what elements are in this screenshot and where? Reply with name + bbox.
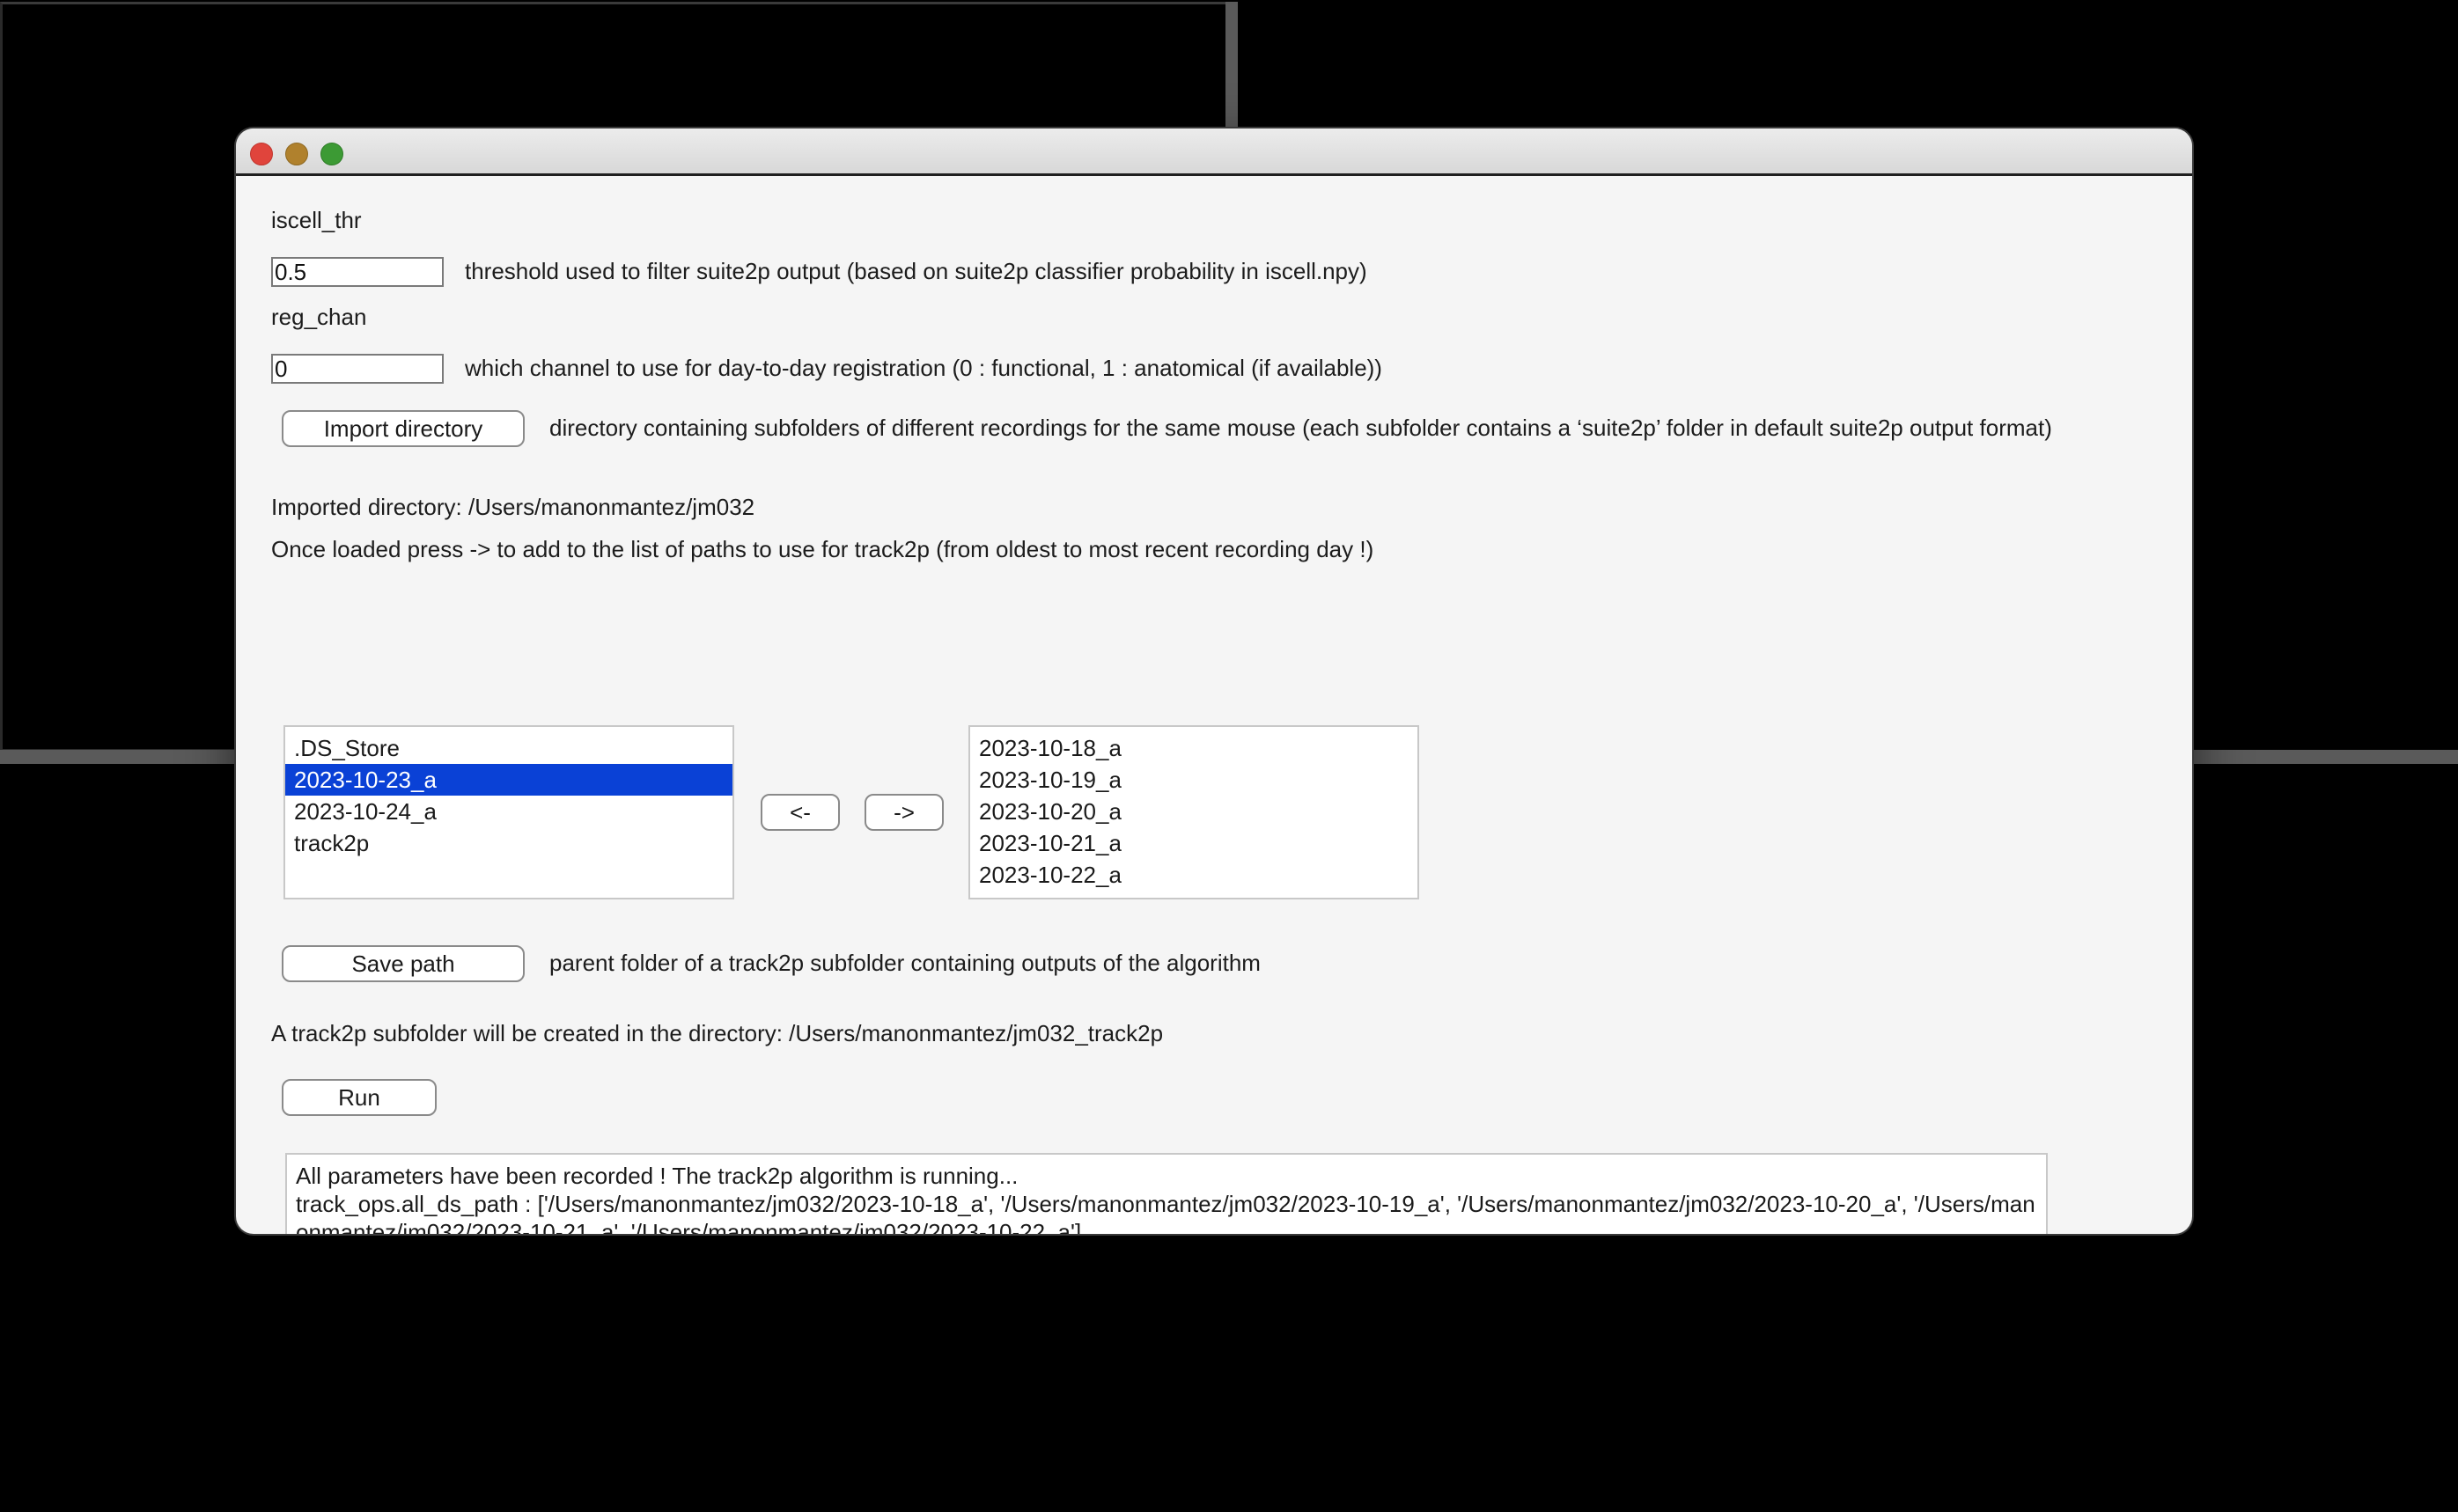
background-scrollbar-vertical bbox=[1225, 2, 1238, 127]
log-line: All parameters have been recorded ! The … bbox=[296, 1163, 1019, 1189]
import-directory-button[interactable]: Import directory bbox=[282, 410, 525, 447]
track2p-window: iscell_thr 0.5 threshold used to filter … bbox=[236, 128, 2192, 1234]
maximize-window-button[interactable] bbox=[320, 143, 343, 165]
run-button[interactable]: Run bbox=[282, 1079, 437, 1116]
remove-path-button[interactable]: <- bbox=[761, 794, 840, 831]
iscell-thr-description: threshold used to filter suite2p output … bbox=[465, 258, 1367, 284]
iscell-thr-input[interactable]: 0.5 bbox=[271, 257, 444, 287]
selected-paths-list[interactable]: 2023-10-18_a 2023-10-19_a 2023-10-20_a 2023… bbox=[968, 725, 1419, 899]
selected-path-item[interactable]: 2023-10-22_a bbox=[970, 859, 1417, 891]
save-path-description: parent folder of a track2p subfolder con… bbox=[549, 950, 1261, 976]
instructions-text: Once loaded press -> to add to the list … bbox=[271, 536, 1374, 562]
main-content: iscell_thr 0.5 threshold used to filter … bbox=[236, 176, 2192, 1234]
title-bar[interactable] bbox=[236, 128, 2192, 176]
log-line: track_ops.all_ds_path : ['/Users/manonma… bbox=[296, 1191, 2035, 1234]
available-folders-list[interactable]: .DS_Store 2023-10-23_a 2023-10-24_a track2p bbox=[283, 725, 734, 899]
reg-chan-input[interactable]: 0 bbox=[271, 354, 444, 384]
available-folder-item[interactable]: .DS_Store bbox=[285, 732, 732, 764]
selected-path-item[interactable]: 2023-10-20_a bbox=[970, 796, 1417, 827]
available-folder-item[interactable]: 2023-10-24_a bbox=[285, 796, 732, 827]
track2p-subfolder-text: A track2p subfolder will be created in t… bbox=[271, 1020, 1164, 1046]
selected-path-item[interactable]: 2023-10-18_a bbox=[970, 732, 1417, 764]
iscell-thr-label: iscell_thr bbox=[271, 207, 362, 233]
reg-chan-description: which channel to use for day-to-day regi… bbox=[465, 355, 1382, 381]
available-folder-item[interactable]: 2023-10-23_a bbox=[285, 764, 732, 796]
add-path-button[interactable]: -> bbox=[865, 794, 944, 831]
close-window-button[interactable] bbox=[250, 143, 273, 165]
reg-chan-label: reg_chan bbox=[271, 304, 367, 330]
output-log[interactable]: All parameters have been recorded ! The … bbox=[285, 1153, 2048, 1234]
save-path-button[interactable]: Save path bbox=[282, 945, 525, 982]
minimize-window-button[interactable] bbox=[285, 143, 308, 165]
imported-directory-text: Imported directory: /Users/manonmantez/j… bbox=[271, 494, 755, 520]
selected-path-item[interactable]: 2023-10-19_a bbox=[970, 764, 1417, 796]
selected-path-item[interactable]: 2023-10-21_a bbox=[970, 827, 1417, 859]
available-folder-item[interactable]: track2p bbox=[285, 827, 732, 859]
import-directory-description: directory containing subfolders of diffe… bbox=[549, 415, 2052, 441]
